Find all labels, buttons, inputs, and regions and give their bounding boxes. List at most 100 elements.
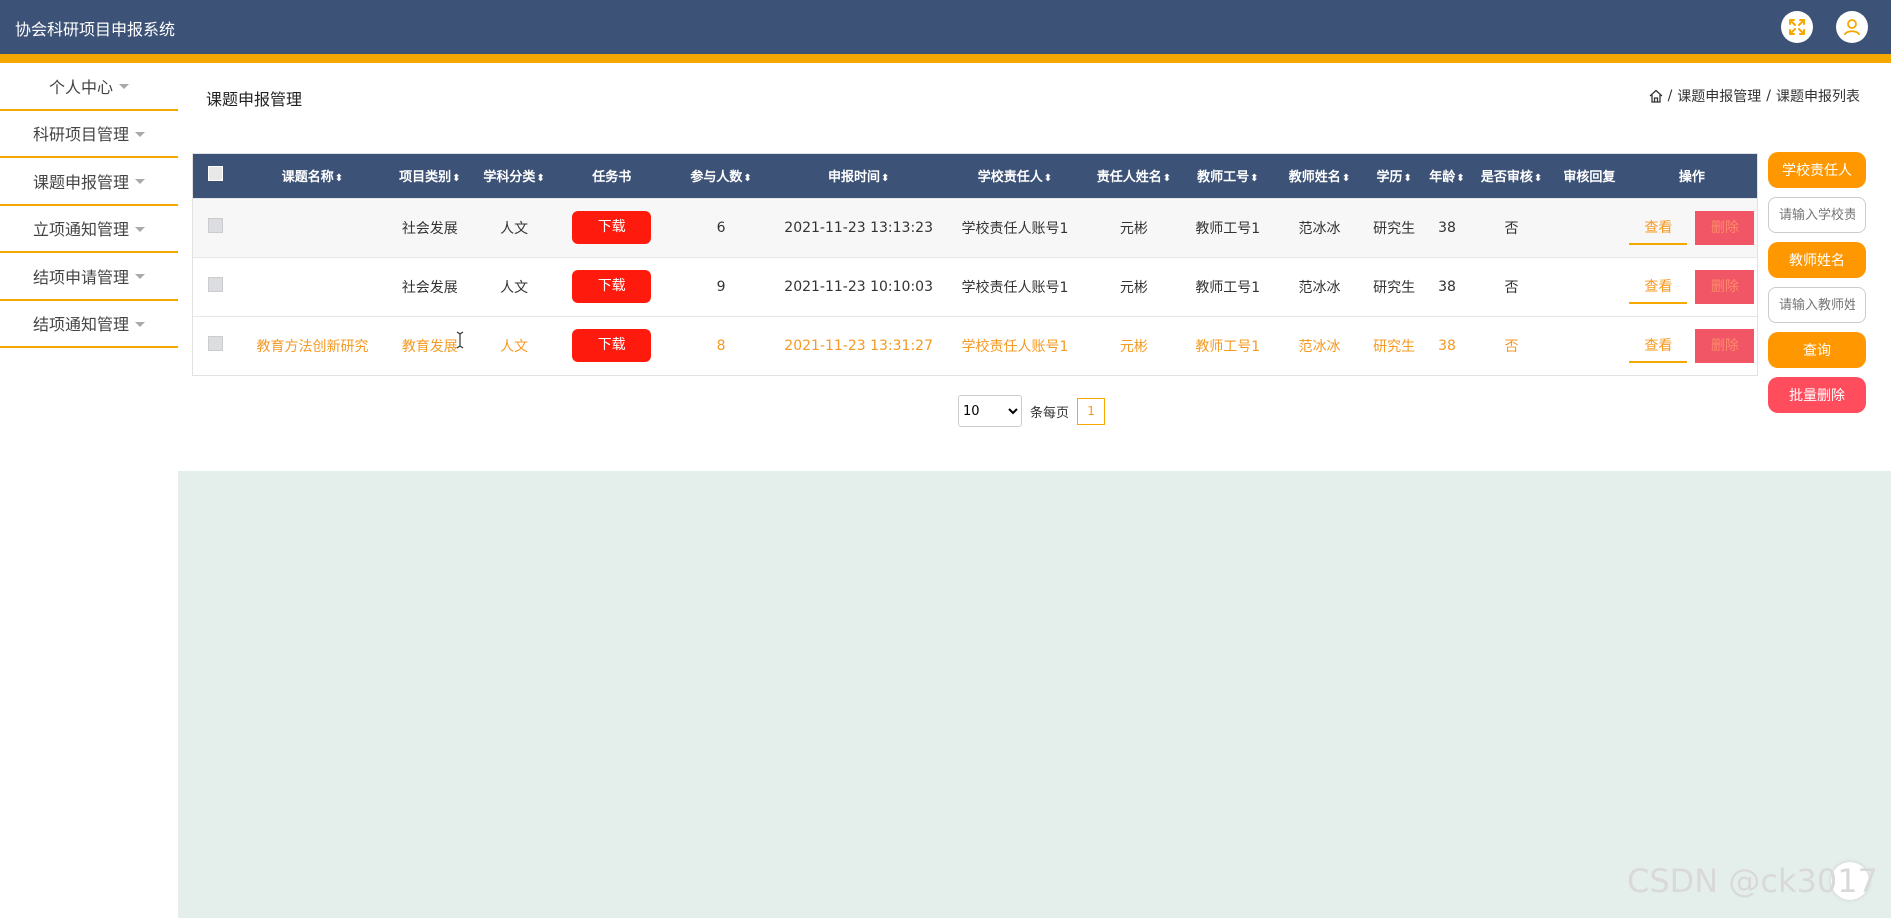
cell-age: 38 — [1422, 256, 1471, 316]
pagination: 10 条每页 1 — [958, 395, 1106, 427]
view-button[interactable]: 查看 — [1629, 211, 1688, 245]
cell-audit: 否 — [1470, 315, 1553, 375]
download-button[interactable]: 下载 — [572, 211, 652, 244]
column-header-time[interactable]: 申报时间⬍ — [773, 154, 944, 198]
sidebar-item-research-projects[interactable]: 科研项目管理 — [0, 111, 178, 158]
text-cursor-icon — [456, 331, 464, 349]
column-header-teacher-id[interactable]: 教师工号⬍ — [1181, 154, 1274, 198]
sidebar-item-label: 立项通知管理 — [32, 220, 129, 240]
column-header-task: 任务书 — [554, 154, 669, 198]
cell-ops: 查看 删除 — [1626, 197, 1757, 257]
download-button[interactable]: 下载 — [572, 329, 652, 363]
teacher-name-search-input[interactable] — [1768, 287, 1866, 323]
cell-name — [238, 256, 387, 316]
cell-name — [238, 197, 387, 257]
cell-age: 38 — [1422, 197, 1471, 257]
teacher-name-label: 教师姓名 — [1768, 242, 1866, 278]
cell-teacher-name: 范冰冰 — [1273, 315, 1366, 375]
user-button[interactable] — [1836, 11, 1868, 43]
batch-delete-button[interactable]: 批量删除 — [1768, 377, 1866, 413]
column-header-category[interactable]: 项目类别⬍ — [386, 154, 474, 198]
breadcrumb: / 课题申报管理 / 课题申报列表 — [1649, 86, 1860, 106]
cell-time: 2021-11-23 13:31:27 — [773, 315, 944, 375]
delete-button[interactable]: 删除 — [1695, 328, 1755, 363]
view-button[interactable]: 查看 — [1629, 270, 1688, 304]
sidebar-item-label: 结项通知管理 — [32, 315, 129, 335]
column-header-reply: 审核回复 — [1552, 154, 1627, 198]
cell-resp-name: 元彬 — [1085, 197, 1182, 257]
column-header-subject[interactable]: 学科分类⬍ — [473, 154, 555, 198]
cell-resp-name: 元彬 — [1085, 315, 1182, 375]
sidebar-item-approval-notices[interactable]: 立项通知管理 — [0, 206, 178, 253]
data-table: 课题名称⬍ 项目类别⬍ 学科分类⬍ 任务书 参与人数⬍ 申报时间⬍ 学校责任人⬍… — [192, 153, 1758, 376]
cell-teacher-id: 教师工号1 — [1181, 256, 1274, 316]
column-header-audit[interactable]: 是否审核⬍ — [1470, 154, 1553, 198]
column-header-age[interactable]: 年龄⬍ — [1422, 154, 1471, 198]
search-button[interactable]: 查询 — [1768, 332, 1866, 368]
breadcrumb-separator: / — [1766, 88, 1771, 104]
fullscreen-button[interactable] — [1781, 11, 1813, 43]
column-header-ops: 操作 — [1626, 154, 1757, 198]
cell-subject: 人文 — [473, 197, 555, 257]
caret-down-icon — [135, 226, 145, 232]
cell-edu: 研究生 — [1365, 256, 1423, 316]
sidebar-item-completion-notices[interactable]: 结项通知管理 — [0, 301, 178, 348]
download-button[interactable]: 下载 — [572, 270, 652, 303]
watermark: CSDN @ck3017 — [1627, 862, 1878, 900]
cell-teacher-id: 教师工号1 — [1181, 197, 1274, 257]
sort-icon: ⬍ — [1403, 173, 1412, 185]
cell-ops: 查看 删除 — [1626, 315, 1757, 375]
column-header-teacher-name[interactable]: 教师姓名⬍ — [1273, 154, 1366, 198]
cell-category: 社会发展 — [386, 256, 474, 316]
sidebar-item-label: 科研项目管理 — [32, 125, 129, 145]
select-all-checkbox[interactable] — [208, 166, 224, 182]
cell-account: 学校责任人账号1 — [944, 197, 1086, 257]
column-header-resp-name[interactable]: 责任人姓名⬍ — [1085, 154, 1182, 198]
column-header-name[interactable]: 课题名称⬍ — [238, 154, 387, 198]
sidebar: 个人中心 科研项目管理 课题申报管理 立项通知管理 结项申请管理 结项通知管理 — [0, 63, 178, 348]
cell-edu: 研究生 — [1365, 197, 1423, 257]
top-bar: 协会科研项目申报系统 — [0, 0, 1891, 54]
cell-teacher-id: 教师工号1 — [1181, 315, 1274, 375]
column-header-edu[interactable]: 学历⬍ — [1365, 154, 1423, 198]
account-search-input[interactable] — [1768, 197, 1866, 233]
cell-account: 学校责任人账号1 — [944, 315, 1086, 375]
table-row: 教育方法创新研究 教育发展 人文 下载 8 2021-11-23 13:31:2… — [193, 315, 1757, 375]
delete-button[interactable]: 删除 — [1695, 210, 1755, 245]
cell-ops: 查看 删除 — [1626, 256, 1757, 316]
caret-down-icon — [119, 84, 129, 90]
sidebar-item-topic-applications[interactable]: 课题申报管理 — [0, 158, 178, 206]
sidebar-item-label: 结项申请管理 — [32, 267, 129, 287]
fullscreen-icon — [1789, 19, 1805, 35]
breadcrumb-separator: / — [1667, 88, 1673, 104]
sort-icon: ⬍ — [880, 173, 890, 185]
sort-icon: ⬍ — [1533, 173, 1543, 185]
page-number-button[interactable]: 1 — [1077, 397, 1106, 425]
caret-down-icon — [135, 131, 145, 137]
sort-icon: ⬍ — [452, 173, 461, 185]
cell-count: 9 — [668, 256, 774, 316]
sidebar-item-completion-applications[interactable]: 结项申请管理 — [0, 253, 178, 301]
account-label: 学校责任人 — [1768, 152, 1866, 188]
cell-reply — [1552, 315, 1627, 375]
sidebar-item-label: 课题申报管理 — [32, 172, 129, 192]
app-title: 协会科研项目申报系统 — [15, 20, 176, 39]
column-header-count[interactable]: 参与人数⬍ — [668, 154, 774, 198]
view-button[interactable]: 查看 — [1629, 329, 1688, 363]
caret-down-icon — [135, 179, 145, 185]
column-header-account[interactable]: 学校责任人⬍ — [944, 154, 1086, 198]
row-checkbox[interactable] — [208, 218, 224, 233]
sort-icon: ⬍ — [1162, 173, 1172, 185]
row-checkbox[interactable] — [208, 336, 224, 352]
cell-time: 2021-11-23 10:10:03 — [773, 256, 944, 316]
breadcrumb-item-topic-management[interactable]: 课题申报管理 — [1677, 86, 1761, 106]
table-row: 社会发展 人文 下载 6 2021-11-23 13:13:23 学校责任人账号… — [193, 197, 1757, 257]
page-size-select[interactable]: 10 — [958, 395, 1022, 427]
delete-button[interactable]: 删除 — [1695, 269, 1755, 304]
cell-age: 38 — [1422, 315, 1471, 375]
row-checkbox[interactable] — [208, 277, 224, 292]
sidebar-item-personal-center[interactable]: 个人中心 — [0, 63, 178, 111]
sort-icon: ⬍ — [1250, 173, 1259, 185]
home-icon[interactable] — [1649, 89, 1663, 103]
cell-count: 8 — [668, 315, 774, 375]
